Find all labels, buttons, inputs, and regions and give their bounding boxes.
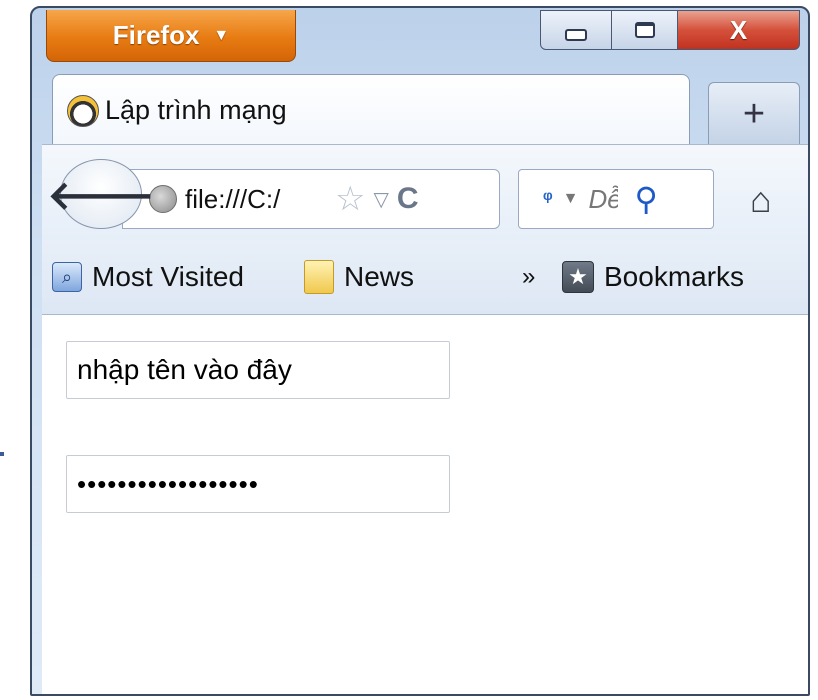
close-button[interactable]: X [678,10,800,50]
star-icon[interactable]: ☆ [335,179,365,219]
page-content [42,315,808,694]
reload-icon[interactable]: C [397,182,419,216]
minimize-icon [565,29,587,41]
search-engine-icon: ᵠ [543,187,553,210]
bookmark-label: Most Visited [92,261,244,292]
bookmarks-menu-button[interactable]: ★ Bookmarks [562,240,744,314]
firefox-app-button[interactable]: Firefox ▼ [46,10,296,62]
plus-icon: + [742,93,766,135]
chevron-right-icon: » [522,263,536,290]
search-placeholder: Dễ [588,183,619,214]
magnifier-icon[interactable]: ⚲ [634,180,657,218]
new-tab-button[interactable]: + [708,82,800,146]
caret-down-icon: ▼ [213,26,230,44]
app-button-label: Firefox [112,20,200,50]
bookmarks-overflow-button[interactable]: » [522,240,535,314]
navigation-toolbar: file:///C:/ ☆ ▽ C 🡐 ᵠ ▼ Dễ ⚲ ⌂ [42,144,808,241]
back-button[interactable]: 🡐 [47,159,155,229]
tab-lap-trinh-mang[interactable]: Lập trình mạng [52,74,690,146]
search-bar[interactable]: ᵠ ▼ Dễ ⚲ [518,169,714,229]
url-text: file:///C:/ [185,183,281,214]
bookmark-most-visited[interactable]: ⌕ Most Visited [52,240,244,314]
maximize-icon [634,22,655,38]
most-visited-icon: ⌕ [52,262,82,292]
side-marker [0,452,4,456]
home-button[interactable]: ⌂ [750,179,772,221]
window-controls: X [540,10,800,50]
home-icon: ⌂ [750,179,772,220]
url-bar[interactable]: file:///C:/ ☆ ▽ C [122,169,500,229]
browser-window: Firefox ▼ X Lập trình mạng + file:///C:/… [30,6,810,696]
bookmark-news[interactable]: News [304,240,414,314]
penguin-favicon-icon [67,94,99,127]
close-icon: X [729,14,748,45]
maximize-button[interactable] [612,10,678,50]
bookmarks-star-icon: ★ [562,261,594,293]
password-input[interactable] [66,455,450,513]
search-engine-caret-icon: ▼ [562,190,579,207]
minimize-button[interactable] [540,10,612,50]
url-dropdown-icon[interactable]: ▽ [373,187,388,212]
bookmark-label: News [344,261,415,292]
name-input[interactable] [66,341,450,399]
bookmarks-toolbar: ⌕ Most Visited News » ★ Bookmarks [42,240,808,315]
tab-title: Lập trình mạng [105,95,287,125]
bookmarks-menu-label: Bookmarks [604,261,745,292]
back-arrow-icon: 🡐 [47,173,155,218]
folder-icon [304,260,334,294]
